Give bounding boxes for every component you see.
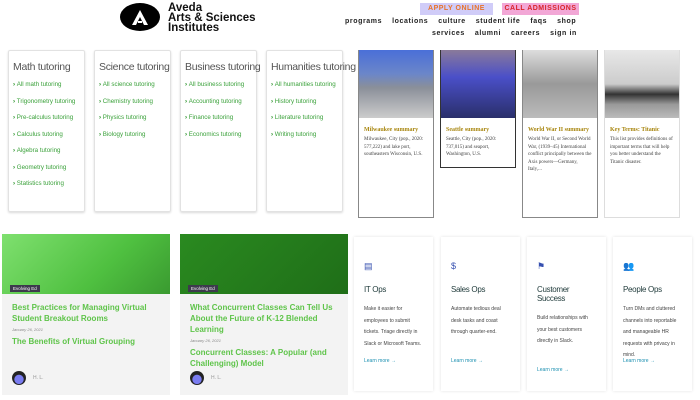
ops-description: Build relationships with your best custo… — [537, 315, 588, 344]
learn-more-link[interactable]: Learn more → — [451, 358, 510, 364]
nav-shop[interactable]: shop — [557, 18, 576, 25]
summary-image — [441, 50, 515, 118]
tutoring-card-title: Science tutoring — [99, 61, 170, 73]
article-author: H. L. — [211, 375, 222, 381]
summary-text: This list provides definitions of import… — [610, 137, 673, 165]
summary-card[interactable]: Key Terms: Titanic This list provides def… — [604, 50, 680, 218]
tutoring-card: Humanities tutoring All humanities tutori… — [266, 50, 356, 212]
article-author: H. L. — [33, 375, 44, 381]
tutoring-link[interactable]: Calculus tutoring — [13, 131, 80, 138]
nav-culture[interactable]: culture — [438, 18, 466, 25]
ops-description: Make it easier for employees to submit t… — [364, 306, 422, 347]
tutoring-link[interactable]: Statistics tutoring — [13, 180, 80, 187]
nav-faqs[interactable]: faqs — [530, 18, 547, 25]
summary-title[interactable]: Seattle summary — [441, 118, 515, 136]
tutoring-link[interactable]: Physics tutoring — [99, 114, 166, 121]
tutoring-link[interactable]: Chemistry tutoring — [99, 98, 166, 105]
article-title[interactable]: What Concurrent Classes Can Tell Us Abou… — [180, 302, 348, 335]
article-date: January 26, 2021 — [12, 327, 43, 332]
dollar-icon: $ — [451, 261, 457, 271]
tutoring-link[interactable]: Algebra tutoring — [13, 147, 80, 154]
people-icon: 👥 — [623, 261, 635, 271]
learn-more-link[interactable]: Learn more → — [364, 358, 423, 364]
learn-more-link[interactable]: Learn more → — [623, 358, 682, 364]
article-subtitle[interactable]: Concurrent Classes: A Popular (and Chall… — [180, 347, 348, 369]
article-tag[interactable]: Evolving Ed — [188, 285, 218, 292]
avatar — [190, 371, 204, 385]
ops-title: IT Ops — [364, 285, 387, 294]
nav-sign-in[interactable]: sign in — [550, 30, 577, 37]
tutoring-link[interactable]: Finance tutoring — [185, 114, 252, 121]
ops-card: ▤ IT Ops Make it easier for employees to s… — [354, 237, 433, 391]
article-title[interactable]: Best Practices for Managing Virtual Stud… — [2, 302, 170, 324]
tutoring-link[interactable]: Accounting tutoring — [185, 98, 252, 105]
tutoring-link[interactable]: All business tutoring — [185, 81, 252, 88]
tutoring-card-title: Humanities tutoring — [271, 61, 356, 73]
avatar — [12, 371, 26, 385]
tutoring-link[interactable]: Economics tutoring — [185, 131, 252, 138]
summary-title[interactable]: World War II summary — [523, 118, 597, 136]
logo-line: Institutes — [168, 22, 220, 34]
tutoring-card-title: Business tutoring — [185, 61, 261, 73]
secondary-nav: services alumni careers sign in — [432, 30, 577, 37]
tutoring-link[interactable]: All science tutoring — [99, 81, 166, 88]
learn-more-link[interactable]: Learn more → — [537, 367, 596, 373]
summary-title[interactable]: Key Terms: Titanic — [605, 118, 679, 136]
tutoring-link[interactable]: Pre-calculus tutoring — [13, 114, 80, 121]
summary-text: Seattle, City (pop., 2020: 737,015) and … — [446, 137, 497, 157]
flag-icon: ⚑ — [537, 261, 546, 271]
tutoring-link[interactable]: Geometry tutoring — [13, 164, 80, 171]
article-image: Evolving Ed — [180, 234, 348, 294]
tutoring-link[interactable]: All humanities tutoring — [271, 81, 338, 88]
call-admissions-button[interactable]: CALL ADMISSIONS — [502, 3, 579, 15]
article-card[interactable]: Evolving Ed What Concurrent Classes Can T… — [180, 234, 348, 395]
article-tag[interactable]: Evolving Ed — [10, 285, 40, 292]
ops-card: ⚑ Customer Success Build relationships wit… — [527, 237, 606, 391]
nav-locations[interactable]: locations — [392, 18, 428, 25]
ticket-icon: ▤ — [364, 261, 373, 271]
tutoring-link[interactable]: Writing tutoring — [271, 131, 338, 138]
nav-programs[interactable]: programs — [345, 18, 382, 25]
ops-card: $ Sales Ops Automate tedious deal desk tas… — [441, 237, 520, 391]
ops-title: Customer Success — [537, 285, 570, 303]
tutoring-link[interactable]: History tutoring — [271, 98, 338, 105]
ops-description: Automate tedious deal desk tasks and coa… — [451, 306, 501, 335]
tutoring-card: Science tutoring All science tutoring Chem… — [94, 50, 171, 212]
summary-card[interactable]: Milwaukee summary Milwaukee, City (pop., … — [358, 50, 434, 218]
summary-title[interactable]: Milwaukee summary — [359, 118, 433, 136]
ops-card: 👥 People Ops Turn DMs and cluttered channe… — [613, 237, 692, 391]
tutoring-card: Business tutoring All business tutoring Ac… — [180, 50, 261, 212]
summary-text: World War II, or Second World War, (1939… — [528, 137, 592, 172]
summary-image — [359, 50, 433, 118]
tutoring-link[interactable]: All math tutoring — [13, 81, 80, 88]
ops-title: People Ops — [623, 285, 662, 294]
ops-description: Turn DMs and cluttered channels into rep… — [623, 306, 677, 358]
tutoring-card: Math tutoring All math tutoring Trigonomet… — [8, 50, 85, 212]
article-image: Evolving Ed — [2, 234, 170, 294]
ops-title: Sales Ops — [451, 285, 486, 294]
summary-card[interactable]: Seattle summary Seattle, City (pop., 2020… — [440, 50, 516, 168]
article-date: January 26, 2021 — [190, 338, 221, 343]
logo-icon[interactable] — [120, 3, 160, 31]
primary-nav: programs locations culture student life … — [345, 18, 580, 25]
tutoring-link[interactable]: Trigonometry tutoring — [13, 98, 80, 105]
summary-card[interactable]: World War II summary World War II, or Sec… — [522, 50, 598, 218]
summary-image — [523, 50, 597, 118]
summary-text: Milwaukee, City (pop., 2020: 577,222) an… — [364, 137, 424, 157]
tutoring-link[interactable]: Literature tutoring — [271, 114, 338, 121]
nav-student-life[interactable]: student life — [476, 18, 521, 25]
tutoring-card-title: Math tutoring — [13, 61, 71, 73]
summary-image — [605, 50, 679, 118]
nav-alumni[interactable]: alumni — [475, 30, 501, 37]
logo-text[interactable]: Aveda Arts & Sciences Institutes — [168, 2, 256, 34]
tutoring-link[interactable]: Biology tutoring — [99, 131, 166, 138]
nav-services[interactable]: services — [432, 30, 465, 37]
article-subtitle[interactable]: The Benefits of Virtual Grouping — [2, 336, 170, 347]
article-card[interactable]: Evolving Ed Best Practices for Managing V… — [2, 234, 170, 395]
apply-online-button[interactable]: APPLY ONLINE — [420, 3, 493, 15]
nav-careers[interactable]: careers — [511, 30, 540, 37]
